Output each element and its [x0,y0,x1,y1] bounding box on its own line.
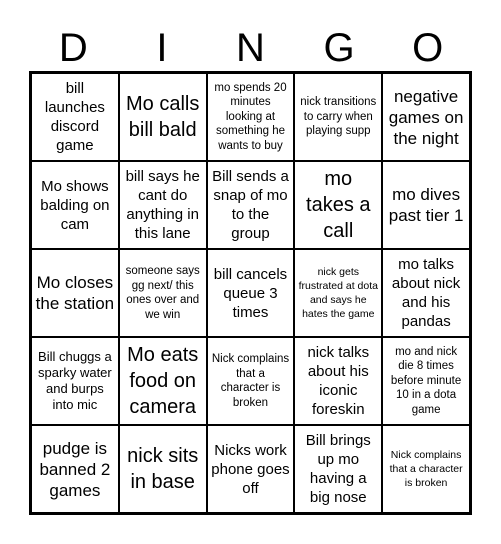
bingo-cell-r5-c2[interactable]: nick sits in base [118,425,207,513]
cell-text: mo takes a call [306,168,371,242]
cell-text: mo spends 20 minutes looking at somethin… [214,81,287,152]
bingo-cell-r5-c3[interactable]: Nicks work phone goes off [206,425,295,513]
bingo-cell-r3-c3[interactable]: bill cancels queue 3 times [206,249,295,337]
bingo-header: D I N G O [29,24,472,72]
bingo-cell-r4-c3[interactable]: Nick complains that a character is broke… [206,337,295,425]
cell-text: bill cancels queue 3 times [213,265,288,321]
cell-text: Mo calls bill bald [126,93,200,141]
bingo-cell-r5-c1[interactable]: pudge is banned 2 games [31,425,119,513]
header-letter-n: N [236,26,265,70]
bingo-cell-r5-c5[interactable]: Nick complains that a character is broke… [382,425,470,513]
bingo-cell-r1-c5[interactable]: negative games on the night [382,73,470,161]
cell-text: someone says gg next/ this ones over and… [125,265,200,321]
cell-text: mo dives past tier 1 [388,185,464,225]
cell-text: nick sits in base [127,445,199,493]
bingo-cell-r1-c3[interactable]: mo spends 20 minutes looking at somethin… [206,73,295,161]
bingo-cell-r4-c1[interactable]: Bill chuggs a sparky water and burps int… [31,337,119,425]
cell-text: nick transitions to carry when playing s… [300,96,377,138]
cell-text: mo talks about nick and his pandas [391,256,461,330]
bingo-board: bill launches discord game Mo calls bill… [29,71,472,515]
header-letter-g: G [323,26,355,70]
bingo-cell-r2-c3[interactable]: Bill sends a snap of mo to the group [206,161,295,249]
bingo-cell-r2-c1[interactable]: Mo shows balding on cam [31,161,119,249]
bingo-cell-r4-c5[interactable]: mo and nick die 8 times before minute 10… [382,337,470,425]
bingo-cell-r5-c4[interactable]: Bill brings up mo having a big nose [294,425,383,513]
cell-text: Mo closes the station [35,273,115,313]
cell-text: pudge is banned 2 games [39,438,111,500]
cell-text: bill launches discord game [44,80,105,154]
header-letter-d: D [58,26,88,70]
cell-text: Nicks work phone goes off [211,441,290,497]
cell-text: Nick complains that a character is broke… [389,449,463,489]
cell-text: Bill brings up mo having a big nose [305,432,371,506]
bingo-cell-r2-c5[interactable]: mo dives past tier 1 [382,161,470,249]
bingo-cell-r1-c2[interactable]: Mo calls bill bald [118,73,207,161]
bingo-cell-r4-c2[interactable]: Mo eats food on camera [118,337,207,425]
bingo-cell-r3-c1[interactable]: Mo closes the station [31,249,119,337]
bingo-cell-r2-c4[interactable]: mo takes a call [294,161,383,249]
bingo-cell-r3-c2[interactable]: someone says gg next/ this ones over and… [118,249,207,337]
header-letter-i: I [156,26,168,70]
cell-text: Nick complains that a character is broke… [211,353,290,409]
cell-text: nick gets frustrated at dota and says he… [298,266,378,320]
header-letter-o: O [412,26,444,70]
bingo-cell-r1-c1[interactable]: bill launches discord game [31,73,119,161]
bingo-cell-r1-c4[interactable]: nick transitions to carry when playing s… [294,73,383,161]
bingo-cell-r2-c2[interactable]: bill says he cant do anything in this la… [118,161,207,249]
cell-text: Mo shows balding on cam [40,177,110,233]
cell-text: Bill chuggs a sparky water and burps int… [38,349,112,412]
cell-text: Mo eats food on camera [127,344,199,418]
bingo-cell-r3-c4[interactable]: nick gets frustrated at dota and says he… [294,249,383,337]
cell-text: nick talks about his iconic foreskin [307,344,370,418]
cell-text: bill says he cant do anything in this la… [125,168,200,242]
cell-text: mo and nick die 8 times before minute 10… [390,345,462,416]
cell-text: Bill sends a snap of mo to the group [212,168,289,242]
bingo-cell-r4-c4[interactable]: nick talks about his iconic foreskin [294,337,383,425]
cell-text: negative games on the night [388,86,464,148]
bingo-cell-r3-c5[interactable]: mo talks about nick and his pandas [382,249,470,337]
